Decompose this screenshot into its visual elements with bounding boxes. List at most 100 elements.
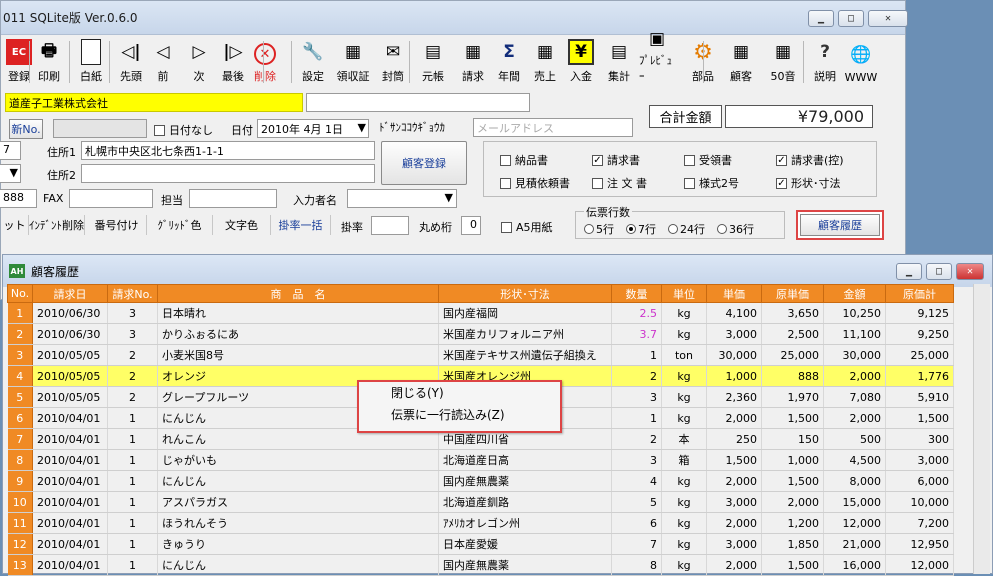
toolbar-kana-button[interactable]: ▦ 50音 — [765, 37, 801, 87]
toolbar-envelope-button[interactable]: ✉ 封筒 — [375, 37, 411, 87]
table-cell: にんじん — [157, 470, 439, 492]
email-field[interactable]: メールアドレス — [473, 118, 633, 137]
table-row[interactable]: 12 2010/04/01 1 きゅうり 日本産愛媛 7 kg 3,000 1,850 21,00… — [7, 533, 954, 555]
doc-check-5[interactable]: 注 文 書 — [592, 175, 647, 191]
prefecture-select[interactable]: ▼ — [0, 164, 21, 183]
register-customer-button[interactable]: 顧客登録 — [381, 141, 467, 185]
toolbar-yen-button[interactable]: ¥ 入金 — [563, 37, 599, 87]
customer-history-button[interactable]: 顧客履歴 — [800, 214, 880, 236]
doc-check-1[interactable]: ✓ 請求書 — [592, 152, 640, 168]
column-header[interactable]: 商 品 名 — [157, 284, 439, 303]
history-minimize-button[interactable]: ▁ — [896, 263, 922, 280]
round-field[interactable]: 0 — [461, 216, 481, 235]
toolbar-customer-button[interactable]: ▦ 顧客 — [723, 37, 759, 87]
date-picker[interactable]: 2010年 4月 1日 ▼ — [257, 119, 369, 138]
column-header[interactable]: 原単価 — [761, 284, 824, 303]
fax-field[interactable] — [69, 189, 153, 208]
doc-check-3[interactable]: ✓ 請求書(控) — [776, 152, 844, 168]
doc-check-6[interactable]: 様式2号 — [684, 175, 739, 191]
tool-button-2[interactable]: 番号付け — [87, 215, 147, 235]
maximize-button[interactable]: □ — [838, 10, 864, 27]
toolbar-printer-button[interactable]: 🖶 印刷 — [31, 37, 67, 87]
toolbar-invoice-button[interactable]: ▦ 請求 — [455, 37, 491, 87]
receipt-icon: ▦ — [344, 42, 362, 62]
history-maximize-button[interactable]: □ — [926, 263, 952, 280]
company-name-field[interactable]: 道産子工業株式会社 — [5, 93, 303, 112]
doc-check-4[interactable]: 見積依頼書 — [500, 175, 570, 191]
table-cell: ほうれんそう — [157, 512, 439, 534]
toolbar-prev-arrow-button[interactable]: ◁ 前 — [145, 37, 181, 87]
column-header[interactable]: 請求No. — [107, 284, 158, 303]
tool-button-5[interactable]: 掛率一括 — [271, 215, 331, 235]
tool-button-1[interactable]: ｲﾝﾃﾞﾝﾄ削除 — [29, 215, 85, 235]
doc-check-0[interactable]: 納品書 — [500, 152, 548, 168]
history-close-button[interactable]: ✕ — [956, 263, 984, 280]
toolbar-total-button[interactable]: ▤ 集計 — [601, 37, 637, 87]
table-row[interactable]: 10 2010/04/01 1 アスパラガス 北海道産釧路 5 kg 3,000 2,000 15… — [7, 491, 954, 513]
toolbar-help-button[interactable]: ? 説明 — [807, 37, 843, 87]
a5-checkbox[interactable]: A5用紙 — [501, 219, 553, 235]
lines-radio-2[interactable]: 24行 — [668, 221, 705, 237]
new-number-button[interactable]: 新No. — [9, 119, 43, 139]
menu-item-close[interactable]: 閉じる(Y) — [359, 382, 560, 404]
toolbar-next-arrow-button[interactable]: ▷ 次 — [181, 37, 217, 87]
main-titlebar: 011 SQLite版 Ver.0.6.0 ▁ □ ✕ — [1, 1, 908, 35]
tool-button-0[interactable]: ット — [1, 215, 29, 235]
table-row[interactable]: 13 2010/04/01 1 にんじん 国内産無農薬 8 kg 2,000 1,500 16,0… — [7, 554, 954, 576]
staff-field[interactable] — [189, 189, 277, 208]
minimize-button[interactable]: ▁ — [808, 10, 834, 27]
toolbar-first-arrow-button[interactable]: ◁| 先頭 — [113, 37, 149, 87]
column-header[interactable]: 単価 — [706, 284, 762, 303]
doc-check-7[interactable]: ✓ 形状･寸法 — [776, 175, 841, 191]
company-name2-field[interactable] — [306, 93, 530, 112]
vertical-scrollbar[interactable] — [973, 284, 990, 574]
tel-field[interactable]: 888 — [0, 189, 37, 208]
doc-check-2[interactable]: 受領書 — [684, 152, 732, 168]
column-header[interactable]: 請求日 — [32, 284, 108, 303]
toolbar-delete-button[interactable]: ✕ 削除 — [247, 37, 283, 87]
column-header[interactable]: 形状･寸法 — [438, 284, 612, 303]
toolbar-last-arrow-button[interactable]: |▷ 最後 — [215, 37, 251, 87]
toolbar-preview-button[interactable]: ▣ ﾌﾟﾚﾋﾞｭｰ — [639, 29, 675, 87]
lines-radio-1[interactable]: 7行 — [626, 221, 656, 237]
column-header[interactable]: 金額 — [823, 284, 886, 303]
toolbar-sigma-button[interactable]: Σ 年間 — [491, 37, 527, 87]
table-row[interactable]: 8 2010/04/01 1 じゃがいも 北海道産日高 3 箱 1,500 1,000 4,500… — [7, 449, 954, 471]
address1-field[interactable]: 札幌市中央区北七条西1-1-1 — [81, 141, 375, 160]
kana-field[interactable]: ﾄﾞｻﾝｺｺｳｷﾞｮｳｶ — [376, 118, 468, 137]
address2-field[interactable] — [81, 164, 375, 183]
column-header[interactable]: 単位 — [661, 284, 707, 303]
postal-field[interactable]: 7 — [0, 141, 21, 160]
menu-item-load-line[interactable]: 伝票に一行読込み(Z) — [359, 404, 560, 426]
toolbar-label: 白紙 — [80, 70, 102, 83]
column-header[interactable]: 数量 — [611, 284, 662, 303]
lines-radio-3[interactable]: 36行 — [717, 221, 754, 237]
tool-button-4[interactable]: 文字色 — [213, 215, 271, 235]
toolbar-wrench-button[interactable]: 🔧 設定 — [295, 37, 331, 87]
lines-radio-0[interactable]: 5行 — [584, 221, 614, 237]
doc-check-label: 納品書 — [515, 154, 548, 167]
table-cell: 1,500 — [885, 407, 954, 429]
column-header[interactable]: 原価計 — [885, 284, 954, 303]
no-date-checkbox[interactable]: 日付なし — [154, 122, 213, 138]
table-cell: 6,000 — [885, 470, 954, 492]
tool-button-3[interactable]: ｸﾞﾘｯﾄﾞ色 — [147, 215, 213, 235]
toolbar-label: 前 — [157, 70, 169, 83]
table-row[interactable]: 1 2010/06/30 3 日本晴れ 国内産福岡 2.5 kg 4,100 3,650 10,2… — [7, 302, 954, 324]
inputter-select[interactable]: ▼ — [347, 189, 457, 208]
toolbar-globe-button[interactable]: 🌐 WWW — [843, 37, 879, 87]
table-row[interactable]: 11 2010/04/01 1 ほうれんそう ｱﾒﾘｶオレゴン州 6 kg 2,000 1,20… — [7, 512, 954, 534]
toolbar-sales-button[interactable]: ▦ 売上 — [527, 37, 563, 87]
toolbar-separator — [703, 41, 704, 83]
rate-field[interactable] — [371, 216, 409, 235]
toolbar-ledger-button[interactable]: ▤ 元帳 — [415, 37, 451, 87]
close-button[interactable]: ✕ — [868, 10, 908, 27]
table-row[interactable]: 9 2010/04/01 1 にんじん 国内産無農薬 4 kg 2,000 1,500 8,000… — [7, 470, 954, 492]
toolbar-blank-page-button[interactable]: 白紙 — [73, 37, 109, 87]
table-row[interactable]: 3 2010/05/05 2 小麦米国8号 米国産テキサス州遺伝子組換え 1 ton 30,0… — [7, 344, 954, 366]
checkbox-icon — [500, 177, 511, 189]
table-row[interactable]: 2 2010/06/30 3 かりふぉるにあ 米国産カリフォルニア州 3.7 kg 3,000… — [7, 323, 954, 345]
toolbar-receipt-button[interactable]: ▦ 領収証 — [335, 37, 371, 87]
column-header[interactable]: No. — [7, 284, 33, 303]
lines-radio-set: 5行 7行 24行 36行 — [584, 221, 754, 237]
